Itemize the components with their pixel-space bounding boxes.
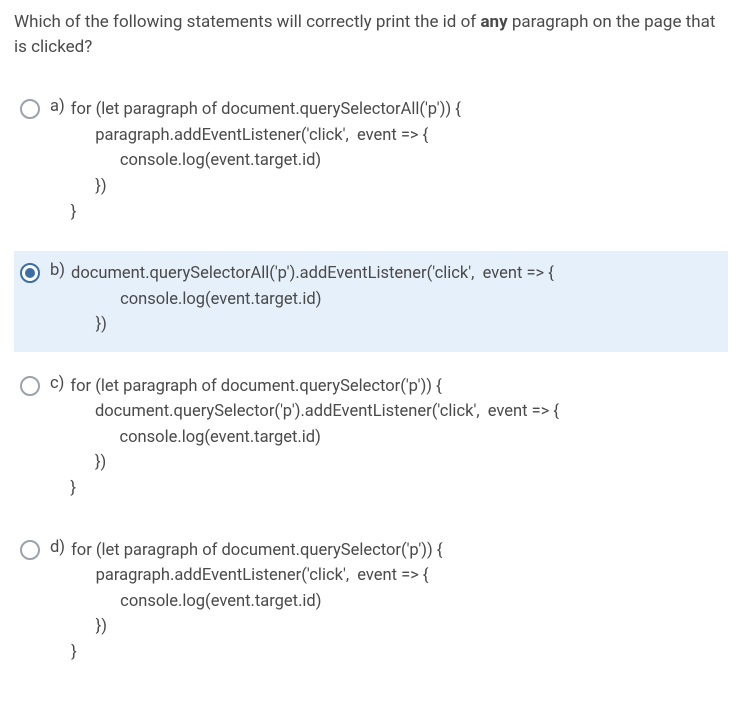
option-letter: a)	[50, 97, 65, 116]
option-code: for (let paragraph of document.querySele…	[71, 538, 442, 666]
option-letter: b)	[50, 261, 65, 280]
option-code: for (let paragraph of document.querySele…	[71, 97, 461, 225]
radio-button[interactable]	[20, 99, 40, 119]
option-code: document.querySelectorAll('p').addEventL…	[71, 261, 554, 338]
option-code: for (let paragraph of document.querySele…	[70, 374, 559, 502]
options-list: a) for (let paragraph of document.querySe…	[14, 87, 728, 679]
option-c[interactable]: c) for (let paragraph of document.querySe…	[14, 364, 728, 516]
option-a[interactable]: a) for (let paragraph of document.querySe…	[14, 87, 728, 239]
radio-button[interactable]	[20, 540, 40, 560]
radio-button[interactable]	[20, 376, 40, 396]
option-letter: d)	[50, 538, 65, 557]
question-bold: any	[480, 12, 507, 32]
question-prefix: Which of the following statements will c…	[14, 12, 480, 32]
option-b[interactable]: b) document.querySelectorAll('p').addEven…	[14, 251, 728, 352]
question-text: Which of the following statements will c…	[14, 10, 728, 59]
radio-button[interactable]	[20, 263, 40, 283]
option-d[interactable]: d) for (let paragraph of document.querySe…	[14, 528, 728, 680]
option-letter: c)	[50, 374, 64, 393]
